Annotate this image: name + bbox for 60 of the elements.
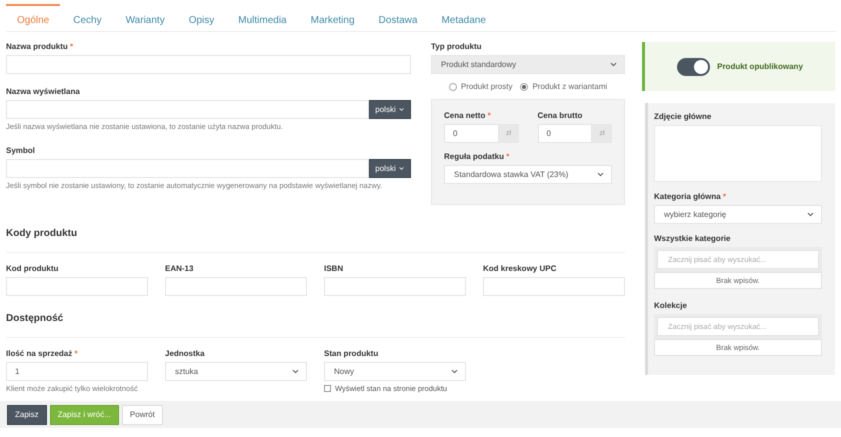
select-dropdown[interactable]: sztuka [165, 362, 307, 381]
text-input[interactable] [165, 277, 307, 296]
field-label: Kod kreskowy UPC [483, 264, 558, 274]
action-button[interactable]: Powrót [122, 404, 163, 424]
field-label: Stan produktu [324, 349, 380, 359]
field-label: Nazwa wyświetlana [6, 87, 81, 97]
price-input[interactable]: 0 [444, 124, 498, 143]
section-heading: Kody produktu [6, 228, 625, 253]
chevron-down-icon [806, 210, 815, 219]
select-dropdown[interactable]: Nowy [324, 362, 466, 381]
tab[interactable]: Cechy [62, 4, 113, 31]
toggle-label: Produkt opublikowany [717, 62, 803, 71]
text-input[interactable]: 1 [6, 362, 148, 381]
select-dropdown[interactable]: wybierz kategorię [654, 205, 822, 224]
field-label: Kod produktu [6, 264, 60, 274]
chevron-down-icon [398, 165, 405, 172]
tab[interactable]: Metadane [430, 4, 497, 31]
text-input[interactable] [6, 55, 411, 74]
field-label: Kategoria główna * [654, 192, 728, 202]
radio-label: Produkt prosty [460, 82, 512, 91]
text-input[interactable] [6, 159, 369, 178]
select-dropdown[interactable]: Standardowa stawka VAT (23%) [444, 165, 612, 184]
field-label: Kolekcje [654, 301, 688, 311]
chevron-down-icon [291, 367, 300, 376]
action-button[interactable]: Zapisz [7, 404, 47, 424]
field-label: Zdjęcie główne [654, 112, 712, 122]
field-label: Cena brutto [538, 111, 584, 121]
text-input[interactable] [6, 277, 148, 296]
field-label: Ilość na sprzedaż * [6, 349, 79, 359]
checkbox[interactable] [324, 385, 331, 392]
chevron-down-icon [450, 367, 459, 376]
chevron-down-icon [596, 170, 605, 179]
radio-label: Produkt z wariantami [532, 82, 608, 91]
chevron-down-icon [609, 60, 618, 69]
tab[interactable]: Warianty [114, 4, 176, 31]
text-input[interactable] [324, 277, 466, 296]
field-label: Wszystkie kategorie [654, 234, 732, 244]
text-input[interactable] [6, 100, 369, 119]
text-input[interactable] [483, 277, 625, 296]
radio-button[interactable] [448, 82, 457, 90]
tab[interactable]: Marketing [300, 4, 366, 31]
radio-button[interactable] [520, 82, 528, 90]
tab[interactable]: Dostawa [368, 4, 428, 31]
field-label: Typ produktu [431, 42, 483, 52]
toggle-switch[interactable] [677, 58, 710, 76]
select-dropdown[interactable]: Produkt standardowy [431, 55, 625, 74]
chevron-down-icon [398, 106, 405, 113]
field-label: Reguła podatku * [444, 152, 510, 162]
field-label: Nazwa produktu * [6, 42, 74, 52]
section-heading: Dostępność [6, 313, 625, 338]
field-label: Symbol [6, 146, 36, 156]
field-label: Jednostka [165, 349, 206, 359]
language-dropdown[interactable]: polski [369, 159, 411, 178]
tab[interactable]: Opisy [178, 4, 226, 31]
field-label: EAN-13 [165, 264, 194, 274]
language-dropdown[interactable]: polski [369, 100, 411, 119]
field-label: Cena netto * [444, 111, 492, 121]
field-label: ISBN [324, 264, 344, 274]
tab[interactable]: Multimedia [227, 4, 298, 31]
price-input[interactable]: 0 [538, 124, 592, 143]
